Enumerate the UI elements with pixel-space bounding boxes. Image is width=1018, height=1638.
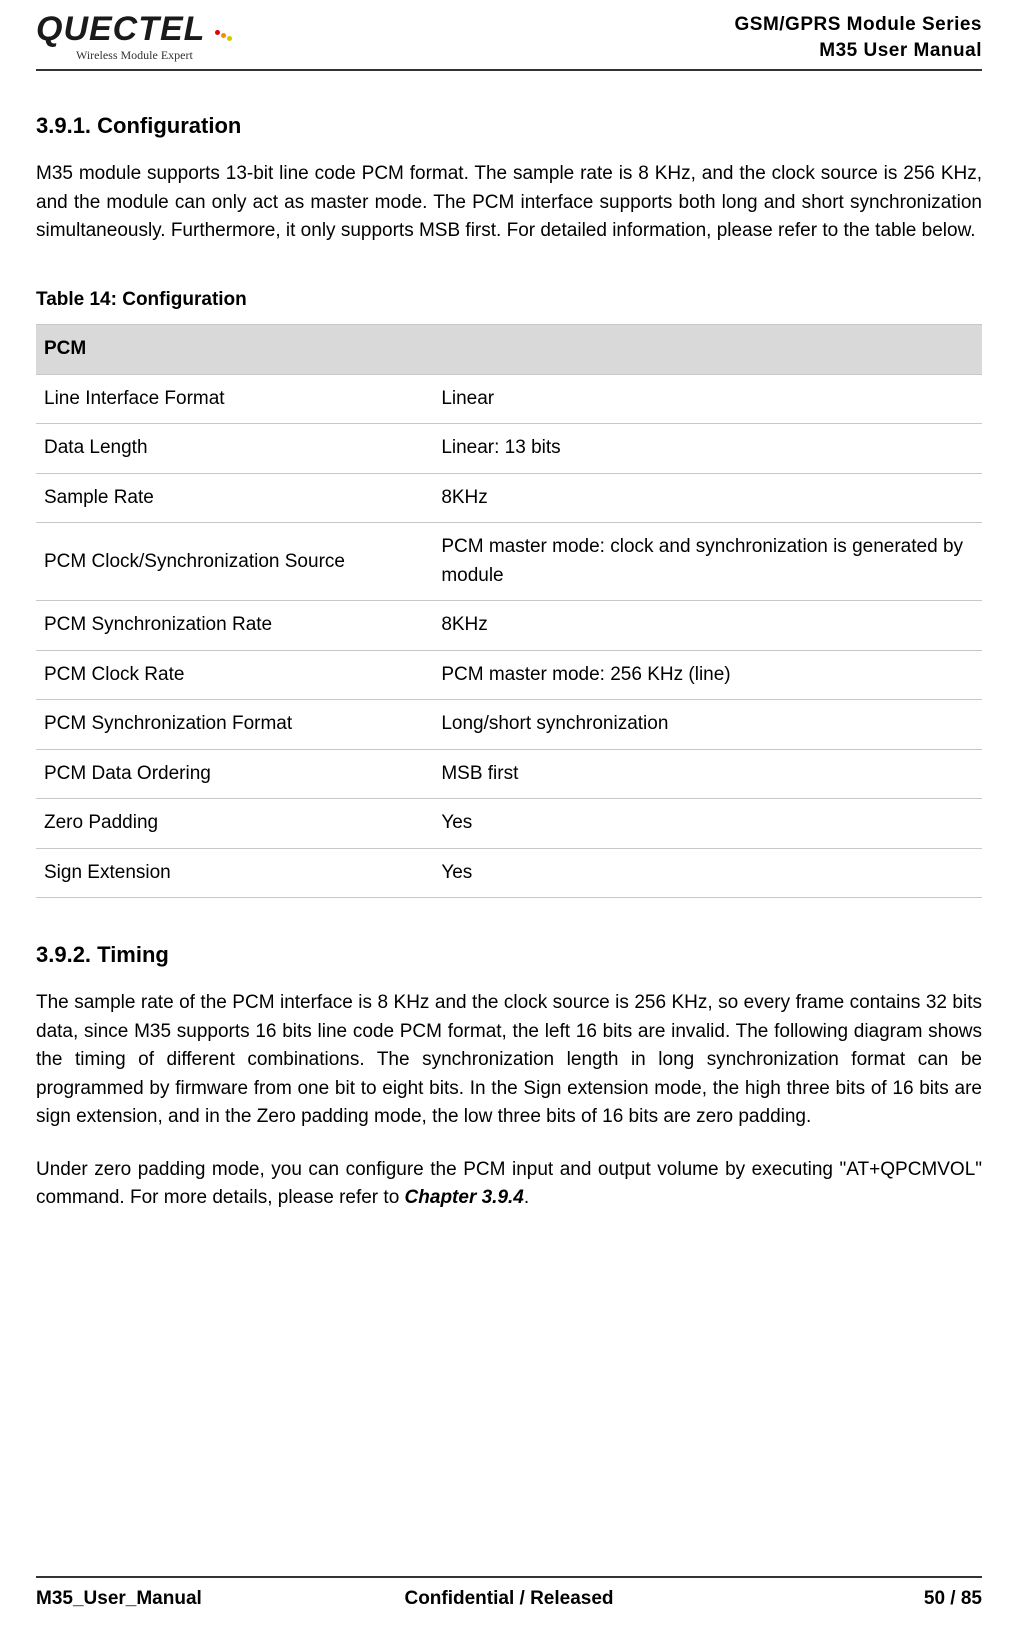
table-row: PCM Synchronization Rate8KHz [36, 601, 982, 651]
table-cell-key: Sign Extension [36, 848, 433, 898]
table-cell-value: PCM master mode: 256 KHz (line) [433, 650, 982, 700]
logo-dots-icon [214, 27, 232, 45]
heading-configuration: 3.9.1. Configuration [36, 109, 982, 142]
table-row: Data LengthLinear: 13 bits [36, 424, 982, 474]
heading-timing: 3.9.2. Timing [36, 938, 982, 971]
table-cell-value: Yes [433, 848, 982, 898]
table-cell-key: Data Length [36, 424, 433, 474]
table-cell-value: PCM master mode: clock and synchronizati… [433, 523, 982, 601]
table-caption: Table 14: Configuration [36, 286, 982, 315]
table-cell-value: Linear [433, 374, 982, 424]
para-timing-1: The sample rate of the PCM interface is … [36, 989, 982, 1132]
table-head-cell: PCM [36, 325, 982, 375]
logo: QUECTEL [36, 12, 232, 46]
table-cell-value: 8KHz [433, 473, 982, 523]
table-cell-key: PCM Clock Rate [36, 650, 433, 700]
table-cell-value: 8KHz [433, 601, 982, 651]
page-header: QUECTEL Wireless Module Expert GSM/GPRS … [36, 0, 982, 71]
table-row: Sample Rate8KHz [36, 473, 982, 523]
configuration-table: PCM Line Interface FormatLinear Data Len… [36, 324, 982, 898]
para-configuration: M35 module supports 13-bit line code PCM… [36, 160, 982, 246]
table-cell-key: PCM Synchronization Rate [36, 601, 433, 651]
table-cell-value: MSB first [433, 749, 982, 799]
page: QUECTEL Wireless Module Expert GSM/GPRS … [0, 0, 1018, 1638]
logo-main-text: QUECTEL [36, 10, 205, 48]
table-cell-key: Sample Rate [36, 473, 433, 523]
table-row: Line Interface FormatLinear [36, 374, 982, 424]
table-cell-value: Long/short synchronization [433, 700, 982, 750]
header-manual: M35 User Manual [735, 38, 983, 64]
table-row: Zero PaddingYes [36, 799, 982, 849]
table-row: Sign ExtensionYes [36, 848, 982, 898]
para-timing-2: Under zero padding mode, you can configu… [36, 1156, 982, 1213]
page-content: 3.9.1. Configuration M35 module supports… [36, 109, 982, 1213]
table-cell-key: PCM Synchronization Format [36, 700, 433, 750]
table-cell-key: PCM Clock/Synchronization Source [36, 523, 433, 601]
table-row: PCM Synchronization FormatLong/short syn… [36, 700, 982, 750]
table-row: PCM Clock/Synchronization SourcePCM mast… [36, 523, 982, 601]
table-row: PCM Data OrderingMSB first [36, 749, 982, 799]
table-cell-key: Zero Padding [36, 799, 433, 849]
table-head-row: PCM [36, 325, 982, 375]
header-right: GSM/GPRS Module Series M35 User Manual [735, 12, 983, 63]
para-timing-2b: . [524, 1187, 529, 1208]
table-row: PCM Clock RatePCM master mode: 256 KHz (… [36, 650, 982, 700]
footer-left: M35_User_Manual [36, 1588, 202, 1610]
table-cell-value: Yes [433, 799, 982, 849]
chapter-reference: Chapter 3.9.4 [405, 1187, 524, 1208]
table-cell-key: PCM Data Ordering [36, 749, 433, 799]
page-footer: M35_User_Manual Confidential / Released … [36, 1576, 982, 1610]
header-series: GSM/GPRS Module Series [735, 12, 983, 38]
logo-block: QUECTEL Wireless Module Expert [36, 12, 232, 63]
table-cell-key: Line Interface Format [36, 374, 433, 424]
footer-right: 50 / 85 [924, 1588, 982, 1610]
table-cell-value: Linear: 13 bits [433, 424, 982, 474]
logo-subtitle: Wireless Module Expert [76, 48, 232, 63]
